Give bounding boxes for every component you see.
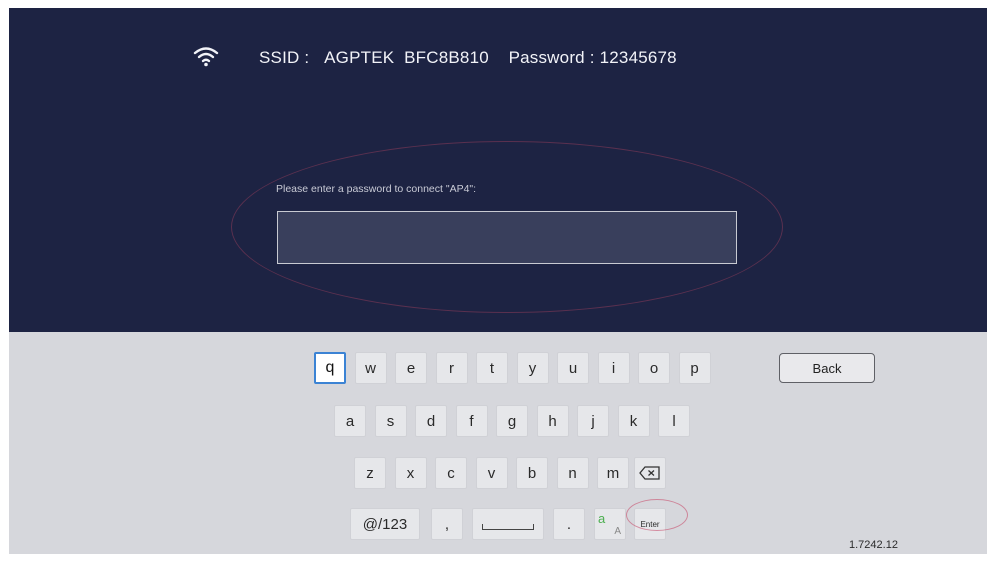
key-i[interactable]: i [597, 352, 630, 384]
key-t[interactable]: t [476, 352, 508, 384]
key-c[interactable]: c [435, 457, 467, 489]
key-period[interactable]: . [553, 508, 585, 540]
key-f[interactable]: f [455, 405, 488, 437]
key-y[interactable]: y [516, 352, 549, 384]
key-n[interactable]: n [556, 457, 589, 489]
password-prompt: Please enter a password to connect "AP4"… [276, 183, 477, 195]
version-label: 1.7242.12 [849, 539, 898, 551]
key-s[interactable]: s [374, 405, 407, 437]
key-m[interactable]: m [597, 457, 629, 489]
key-q[interactable]: q [314, 352, 346, 384]
key-z[interactable]: z [354, 457, 386, 489]
key-e[interactable]: e [395, 352, 427, 384]
key-v[interactable]: v [475, 457, 508, 489]
backspace-icon [639, 466, 660, 480]
wifi-connect-panel: SSID : AGPTEK BFC8B810 Password : 123456… [9, 8, 987, 332]
ssid-value: AGPTEK BFC8B810 [324, 48, 489, 67]
back-button[interactable]: Back [779, 353, 875, 383]
key-g[interactable]: g [496, 405, 528, 437]
ssid-label: SSID : [259, 48, 310, 67]
key-enter[interactable]: Enter [634, 508, 666, 540]
key-p[interactable]: p [678, 352, 711, 384]
key-h[interactable]: h [536, 405, 569, 437]
key-a[interactable]: a [334, 405, 366, 437]
network-info: SSID : AGPTEK BFC8B810 Password : 123456… [259, 48, 677, 68]
language-lower-label: a [598, 511, 606, 526]
key-d[interactable]: d [415, 405, 447, 437]
key-comma[interactable]: , [431, 508, 463, 540]
password-input[interactable] [277, 211, 737, 264]
onscreen-keyboard: Back @/123 , . a A Enter 1.7242.12 qwert… [9, 332, 987, 554]
space-bar-icon [482, 524, 534, 530]
key-language[interactable]: a A [594, 508, 626, 540]
wifi-icon [193, 47, 219, 67]
key-j[interactable]: j [577, 405, 609, 437]
screen: SSID : AGPTEK BFC8B810 Password : 123456… [9, 8, 987, 554]
password-info: Password : 12345678 [508, 48, 677, 67]
key-r[interactable]: r [435, 352, 468, 384]
key-k[interactable]: k [617, 405, 650, 437]
key-u[interactable]: u [557, 352, 589, 384]
key-x[interactable]: x [394, 457, 427, 489]
key-backspace[interactable] [634, 457, 666, 489]
key-o[interactable]: o [638, 352, 670, 384]
key-b[interactable]: b [516, 457, 548, 489]
key-w[interactable]: w [354, 352, 387, 384]
key-l[interactable]: l [658, 405, 690, 437]
language-upper-label: A [614, 526, 621, 537]
key-symbols[interactable]: @/123 [350, 508, 420, 540]
key-space[interactable] [472, 508, 544, 540]
